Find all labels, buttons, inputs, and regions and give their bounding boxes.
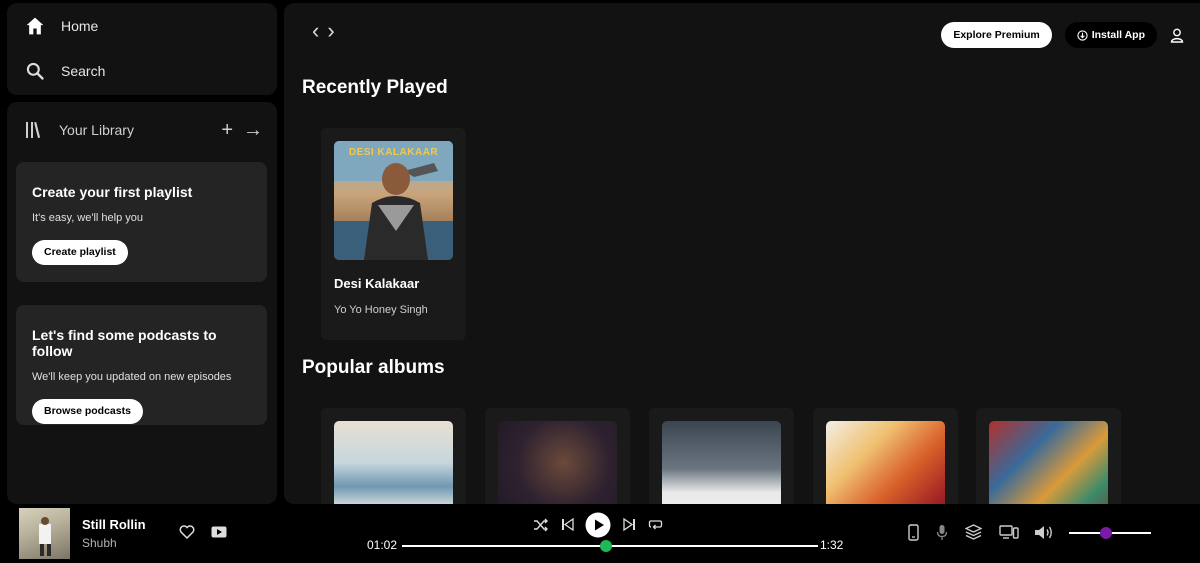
home-icon bbox=[26, 17, 44, 35]
now-playing-cover[interactable] bbox=[19, 508, 70, 559]
user-icon[interactable] bbox=[1170, 28, 1184, 43]
album-card[interactable] bbox=[649, 408, 794, 504]
repeat-icon[interactable] bbox=[648, 518, 663, 531]
library-panel: Your Library + → Create your first playl… bbox=[7, 102, 277, 504]
album-card[interactable] bbox=[485, 408, 630, 504]
heart-icon[interactable] bbox=[179, 525, 195, 539]
player-bar: Still Rollin Shubh 01:02 1:32 bbox=[0, 504, 1200, 563]
install-app-label: Install App bbox=[1091, 29, 1145, 41]
now-playing-art bbox=[39, 517, 51, 556]
album-card[interactable] bbox=[321, 408, 466, 504]
phone-icon[interactable] bbox=[908, 524, 919, 541]
play-button[interactable] bbox=[585, 512, 611, 538]
shuffle-icon[interactable] bbox=[533, 518, 549, 532]
create-playlist-text: It's easy, we'll help you bbox=[32, 212, 143, 224]
library-header: Your Library + → bbox=[25, 120, 265, 140]
search-icon bbox=[26, 62, 44, 80]
album-cover bbox=[989, 421, 1108, 504]
podcasts-card: Let's find some podcasts to follow We'll… bbox=[16, 305, 267, 425]
album-cover-art bbox=[334, 141, 453, 260]
album-cover bbox=[826, 421, 945, 504]
album-cover bbox=[498, 421, 617, 504]
chevron-left-icon[interactable]: ‹ bbox=[312, 20, 319, 42]
nav-home-label: Home bbox=[61, 18, 99, 34]
main-content: ‹ › Explore Premium Install App Recently… bbox=[284, 3, 1200, 504]
queue-icon[interactable] bbox=[965, 524, 982, 540]
popular-albums-heading: Popular albums bbox=[302, 357, 445, 378]
create-playlist-heading: Create your first playlist bbox=[32, 184, 193, 200]
next-icon[interactable] bbox=[623, 518, 636, 531]
history-nav: ‹ › bbox=[312, 20, 335, 42]
library-icon[interactable] bbox=[25, 121, 43, 139]
chevron-right-icon[interactable]: › bbox=[327, 20, 334, 42]
album-cover bbox=[662, 421, 781, 504]
album-card[interactable] bbox=[976, 408, 1121, 504]
album-card[interactable] bbox=[813, 408, 958, 504]
create-playlist-button[interactable]: Create playlist bbox=[32, 240, 128, 265]
connect-device-icon[interactable] bbox=[999, 525, 1019, 540]
sidebar-nav: Home Search bbox=[7, 3, 277, 95]
progress-handle[interactable] bbox=[599, 540, 612, 552]
microphone-icon[interactable] bbox=[936, 524, 948, 541]
video-icon[interactable] bbox=[211, 526, 227, 538]
previous-icon[interactable] bbox=[561, 518, 574, 531]
nav-search[interactable]: Search bbox=[25, 61, 105, 81]
album-card[interactable]: DESI KALAKAAR Desi Kalakaar Yo Yo Honey … bbox=[321, 128, 466, 340]
arrow-right-icon[interactable]: → bbox=[243, 120, 263, 140]
podcasts-heading: Let's find some podcasts to follow bbox=[32, 327, 217, 359]
nav-home[interactable]: Home bbox=[25, 16, 98, 36]
nav-search-label: Search bbox=[61, 63, 106, 79]
explore-premium-button[interactable]: Explore Premium bbox=[941, 22, 1052, 48]
library-title[interactable]: Your Library bbox=[59, 122, 134, 138]
podcasts-text: We'll keep you updated on new episodes bbox=[32, 371, 232, 383]
top-actions: Explore Premium Install App bbox=[941, 22, 1184, 48]
volume-icon[interactable] bbox=[1034, 525, 1054, 540]
total-time: 1:32 bbox=[820, 538, 844, 552]
install-app-button[interactable]: Install App bbox=[1064, 22, 1157, 48]
add-icon[interactable]: + bbox=[221, 120, 233, 140]
browse-podcasts-button[interactable]: Browse podcasts bbox=[32, 399, 143, 424]
recently-played-heading: Recently Played bbox=[302, 77, 448, 98]
now-playing-title[interactable]: Still Rollin bbox=[82, 517, 146, 532]
current-time: 01:02 bbox=[367, 538, 398, 552]
album-cover: DESI KALAKAAR bbox=[334, 141, 453, 260]
album-card-artist: Yo Yo Honey Singh bbox=[334, 304, 428, 316]
album-cover bbox=[334, 421, 453, 504]
download-circle-icon bbox=[1077, 29, 1088, 41]
album-cover-title: DESI KALAKAAR bbox=[348, 147, 439, 158]
album-card-title: Desi Kalakaar bbox=[334, 276, 420, 291]
create-playlist-card: Create your first playlist It's easy, we… bbox=[16, 162, 267, 282]
now-playing-artist[interactable]: Shubh bbox=[82, 536, 117, 550]
volume-handle[interactable] bbox=[1099, 527, 1112, 539]
